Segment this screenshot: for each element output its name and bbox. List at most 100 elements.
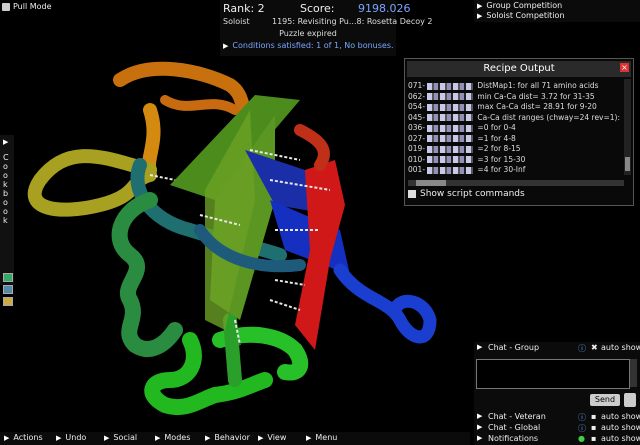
menu-undo-label: Undo [65, 433, 87, 442]
group-competition-toggle[interactable]: ▶ Group Competition [477, 1, 562, 10]
expand-triangle-icon: ▶ [477, 2, 483, 10]
line-text: =2 for 8-15 [477, 144, 521, 153]
chat-global-tab[interactable]: ▶ Chat - Global ⓘ ▪ auto show [474, 423, 640, 434]
menu-actions-label: Actions [13, 433, 43, 442]
settings-icon[interactable]: ▪ [591, 434, 596, 443]
info-icon[interactable]: ⓘ [578, 343, 586, 354]
pull-icon [2, 2, 10, 11]
chat-veteran-label: Chat - Veteran [488, 412, 546, 421]
cookbook-panel[interactable]: ▶ Cookbook [0, 135, 14, 306]
expand-triangle-icon: ▶ [477, 423, 483, 431]
distance-map-bars [427, 156, 474, 163]
chat-input[interactable] [476, 359, 630, 389]
menu-view[interactable]: ▶ View [258, 433, 286, 442]
expand-triangle-icon: ▶ [477, 343, 483, 351]
distance-map-bars [427, 114, 474, 121]
line-text: =1 for 4-8 [477, 133, 516, 143]
distance-map-bars [427, 135, 474, 142]
settings-icon[interactable]: ▪ [591, 423, 596, 432]
blue-coil [333, 263, 437, 344]
distance-map-bars [427, 166, 474, 174]
settings-icon[interactable]: ✖ [591, 343, 598, 352]
line-text: =0 for 0-4 [477, 123, 516, 132]
group-competition-label: Group Competition [486, 1, 563, 10]
vertical-scrollbar[interactable] [624, 79, 631, 175]
notifications-tab[interactable]: ▶ Notifications ● ▪ auto show [474, 434, 640, 445]
menu-actions[interactable]: ▶ Actions [4, 433, 43, 442]
menu-undo[interactable]: ▶ Undo [56, 433, 86, 442]
menu-modes[interactable]: ▶ Modes [155, 433, 190, 442]
expand-triangle-icon: ▶ [3, 138, 9, 146]
chat-scrollbar[interactable] [630, 359, 637, 387]
settings-icon[interactable]: ▪ [591, 412, 596, 421]
line-prefix: 001- [408, 165, 428, 174]
line-text: DistMap1: for all 71 amino acids [477, 81, 599, 90]
expand-triangle-icon: ▶ [306, 434, 312, 442]
recipe-output-line: 027- =1 for 4-8 [408, 134, 516, 143]
bottom-menu-bar: ▶ Actions ▶ Undo ▶ Social ▶ Modes ▶ Behavior … [0, 432, 470, 445]
notes-icon[interactable] [3, 297, 13, 306]
status-icon[interactable]: ● [578, 434, 585, 443]
auto-show-label: auto show [601, 423, 640, 432]
expand-triangle-icon: ▶ [56, 434, 62, 442]
recipe-output-line: 001- =4 for 30-Inf [408, 165, 525, 174]
auto-show-label: auto show [601, 412, 640, 421]
line-text: =4 for 30-Inf [477, 165, 526, 174]
scrollbar-thumb[interactable] [416, 180, 446, 186]
menu-social[interactable]: ▶ Social [104, 433, 137, 442]
chat-group-tab[interactable]: ▶ Chat - Group ⓘ ✖ auto show [474, 343, 640, 354]
recipe-output-line: 010- =3 for 15-30 [408, 155, 525, 164]
info-icon[interactable]: ⓘ [578, 423, 586, 434]
line-prefix: 036- [408, 123, 428, 132]
line-prefix: 054- [408, 102, 428, 111]
menu-social-label: Social [113, 433, 138, 442]
red-loop [294, 124, 330, 171]
conditions-toggle[interactable]: ▶ Conditions satisfied: 1 of 1, No bonuse… [223, 41, 394, 50]
competition-panel: ▶ Group Competition ▶ Soloist Competition [474, 0, 640, 22]
pull-mode-label: Pull Mode [13, 2, 52, 11]
soloist-competition-label: Soloist Competition [486, 11, 565, 20]
recipe-output-line: 062- min Ca-Ca dist= 3.72 for 31-35 [408, 92, 595, 101]
line-prefix: 027- [408, 133, 428, 143]
show-script-checkbox[interactable] [408, 190, 416, 198]
expand-triangle-icon: ▶ [477, 412, 483, 420]
close-icon[interactable]: × [620, 63, 629, 72]
recipe-icon[interactable] [3, 273, 13, 282]
distance-map-bars [427, 124, 474, 132]
soloist-competition-toggle[interactable]: ▶ Soloist Competition [477, 11, 565, 20]
line-prefix: 045- [408, 112, 428, 122]
mode-label: Soloist [223, 17, 250, 26]
expand-triangle-icon: ▶ [258, 434, 264, 442]
expand-triangle-icon: ▶ [205, 434, 211, 442]
recipe-output-text: 071- DistMap1: for all 71 amino acids 062… [408, 81, 626, 177]
recipe-output-title[interactable]: Recipe Output [407, 61, 631, 77]
chat-veteran-tab[interactable]: ▶ Chat - Veteran ⓘ ▪ auto show [474, 412, 640, 423]
menu-menu-label: Menu [315, 433, 338, 442]
recipe-output-line: 071- DistMap1: for all 71 amino acids [408, 81, 599, 90]
score-panel: Rank: 2 Score: 9198.026 Soloist 1195: Re… [220, 0, 432, 56]
recipe-output-line: 045- Ca-Ca dist ranges (chway=24 rev=1): [408, 113, 620, 122]
orange-turn [142, 103, 161, 177]
distance-map-bars [427, 103, 474, 111]
menu-behavior[interactable]: ▶ Behavior [205, 433, 250, 442]
recipe-output-line: 019- =2 for 8-15 [408, 144, 521, 153]
clock-icon[interactable] [624, 393, 636, 407]
scrollbar-thumb[interactable] [625, 157, 630, 171]
menu-modes-label: Modes [164, 433, 191, 442]
expand-triangle-icon: ▶ [155, 434, 161, 442]
menu-behavior-label: Behavior [214, 433, 250, 442]
show-script-label: Show script commands [420, 189, 525, 199]
menu-menu[interactable]: ▶ Menu [306, 433, 337, 442]
send-button[interactable]: Send [590, 394, 620, 406]
pull-mode-toggle[interactable]: Pull Mode [2, 2, 52, 11]
distance-map-bars [427, 93, 474, 100]
green-stem [223, 313, 242, 387]
folder-icon[interactable] [3, 285, 13, 294]
line-text: max Ca-Ca dist= 28.91 for 9-20 [477, 102, 597, 111]
green-coil [144, 332, 273, 416]
line-text: Ca-Ca dist ranges (chway=24 rev=1): [477, 112, 621, 122]
expand-triangle-icon: ▶ [104, 434, 110, 442]
horizontal-scrollbar[interactable] [408, 180, 624, 186]
auto-show-label: auto show [601, 434, 640, 443]
info-icon[interactable]: ⓘ [578, 412, 586, 423]
